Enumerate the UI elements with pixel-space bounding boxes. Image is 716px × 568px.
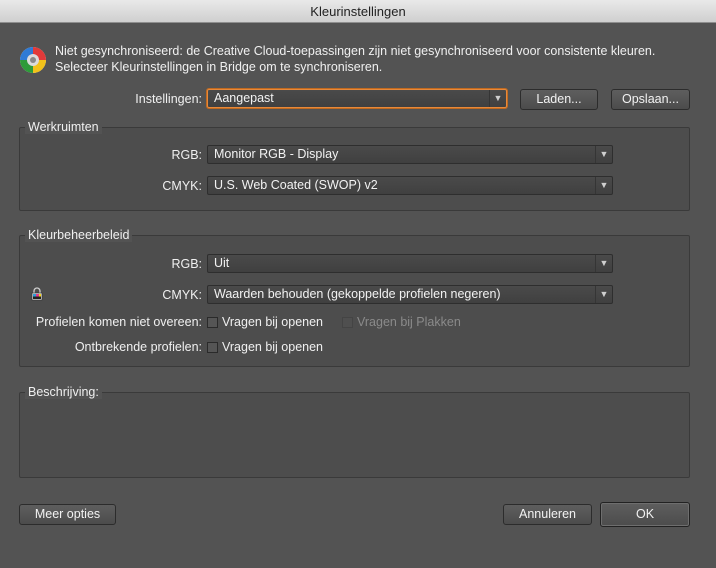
mismatch-ask-open-label[interactable]: Vragen bij openen — [222, 315, 323, 329]
sync-message-line1: Niet gesynchroniseerd: de Creative Cloud… — [55, 44, 656, 58]
load-button[interactable]: Laden... — [520, 89, 598, 110]
sync-message-line2: Selecteer Kleurinstellingen in Bridge om… — [55, 60, 383, 74]
workspaces-rgb-dropdown[interactable]: Monitor RGB - Display ▼ — [207, 145, 613, 164]
chevron-down-icon: ▼ — [595, 286, 612, 303]
policies-rgb-value: Uit — [214, 256, 230, 270]
workspaces-rgb-label: RGB: — [171, 148, 202, 162]
workspaces-cmyk-value: U.S. Web Coated (SWOP) v2 — [214, 178, 378, 192]
more-options-button[interactable]: Meer opties — [19, 504, 116, 525]
color-wheel-icon — [20, 47, 46, 73]
policies-rgb-dropdown[interactable]: Uit ▼ — [207, 254, 613, 273]
policies-title: Kleurbeheerbeleid — [25, 228, 133, 242]
cancel-button[interactable]: Annuleren — [503, 504, 592, 525]
save-button[interactable]: Opslaan... — [611, 89, 690, 110]
policies-cmyk-dropdown[interactable]: Waarden behouden (gekoppelde profielen n… — [207, 285, 613, 304]
description-title: Beschrijving: — [25, 385, 102, 399]
settings-dropdown[interactable]: Aangepast ▼ — [207, 89, 507, 108]
mismatch-ask-open-checkbox[interactable] — [207, 317, 218, 328]
mismatch-ask-paste-label: Vragen bij Plakken — [357, 315, 461, 329]
chevron-down-icon: ▼ — [595, 255, 612, 272]
workspaces-cmyk-dropdown[interactable]: U.S. Web Coated (SWOP) v2 ▼ — [207, 176, 613, 195]
policies-cmyk-label: CMYK: — [162, 288, 202, 302]
missing-profiles-label: Ontbrekende profielen: — [74, 340, 202, 354]
missing-ask-open-label[interactable]: Vragen bij openen — [222, 340, 323, 354]
ok-button[interactable]: OK — [600, 502, 690, 527]
profile-mismatch-label: Profielen komen niet overeen: — [35, 315, 202, 329]
workspaces-rgb-value: Monitor RGB - Display — [214, 147, 339, 161]
chevron-down-icon: ▼ — [489, 90, 506, 107]
policies-rgb-label: RGB: — [171, 257, 202, 271]
chevron-down-icon: ▼ — [595, 177, 612, 194]
chevron-down-icon: ▼ — [595, 146, 612, 163]
policies-cmyk-value: Waarden behouden (gekoppelde profielen n… — [214, 287, 501, 301]
settings-label: Instellingen: — [135, 92, 202, 106]
settings-value: Aangepast — [214, 91, 274, 105]
workspaces-group — [19, 127, 690, 211]
mismatch-ask-paste-checkbox[interactable] — [342, 317, 353, 328]
workspaces-title: Werkruimten — [25, 120, 102, 134]
window-title: Kleurinstellingen — [0, 0, 716, 23]
missing-ask-open-checkbox[interactable] — [207, 342, 218, 353]
description-group — [19, 392, 690, 478]
lock-icon — [31, 287, 43, 301]
workspaces-cmyk-label: CMYK: — [162, 179, 202, 193]
